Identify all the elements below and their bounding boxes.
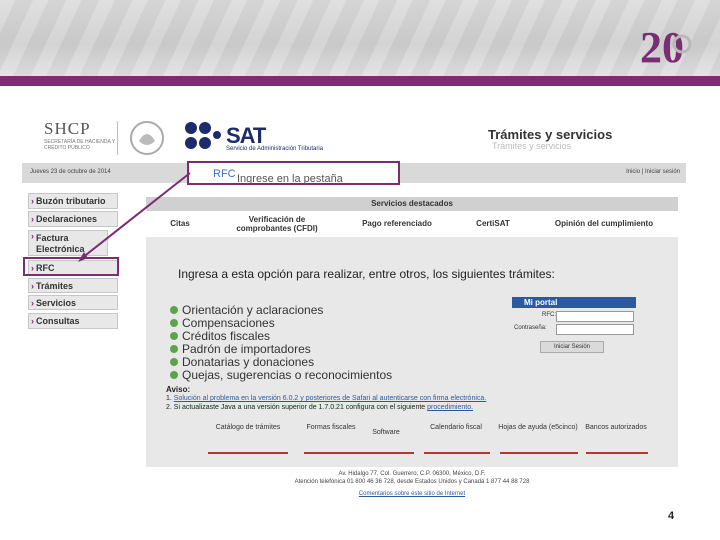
list-item[interactable]: Orientación y aclaraciones — [170, 303, 324, 317]
list-item-label: Compensaciones — [182, 316, 275, 330]
sidebar-item-label: Factura Electrónica — [36, 233, 85, 254]
safari-solution-link[interactable]: Solución al problema en la versión 6.0.2… — [174, 395, 486, 402]
tab-label: Bancos autorizados — [585, 424, 647, 431]
tab-underline — [500, 452, 578, 454]
bullet-icon — [170, 306, 178, 314]
footer-address: Av. Hidalgo 77, Col. Guerrero, C.P. 0630… — [338, 471, 486, 477]
list-item[interactable]: Donatarias y donaciones — [170, 355, 315, 369]
service-certisat[interactable]: CertiSAT — [468, 219, 518, 228]
sidebar-item-factura[interactable]: Factura Electrónica — [28, 230, 108, 256]
tab-underline — [586, 452, 648, 454]
tab-hojas-de-ayuda[interactable]: Hojas de ayuda (e5cinco) — [498, 424, 578, 454]
list-item[interactable]: Padrón de importadores — [170, 342, 311, 356]
list-item[interactable]: Créditos fiscales — [170, 329, 271, 343]
callout-text-main: Ingrese en la pestaña — [237, 173, 343, 185]
login-link[interactable]: Inicio | Iniciar sesión — [626, 169, 680, 175]
header-accent-bar — [0, 76, 720, 86]
sat-website-screenshot: SHCP SECRETARÍA DE HACIENDA Y CRÉDITO PÚ… — [22, 113, 686, 505]
tab-software[interactable]: Software — [360, 429, 414, 454]
login-button[interactable]: Iniciar Sesión — [540, 341, 604, 353]
header-divider — [117, 121, 118, 155]
anniversary-20-logo: 20 — [640, 23, 692, 72]
list-item-label: Quejas, sugerencias o reconocimientos — [182, 368, 393, 382]
shcp-title: SHCP — [44, 119, 91, 138]
aviso-line-2: 2. Si actualizaste Java a una versión su… — [166, 403, 666, 412]
bullet-icon — [170, 319, 178, 327]
callout-text: Ingrese en la pestaña RFC — [213, 168, 343, 185]
password-input[interactable] — [556, 324, 634, 335]
mi-portal-login: Mi portal RFC: Contraseña: Iniciar Sesió… — [512, 297, 636, 355]
aviso-line-2-text: Si actualizaste Java a una versión super… — [173, 404, 428, 411]
page-number: 4 — [668, 510, 675, 522]
sidebar-item-label: Trámites — [36, 281, 74, 291]
bullet-icon — [170, 345, 178, 353]
servicios-destacados-bar: Servicios destacados — [146, 197, 678, 211]
footer-phones: Atención telefónica 01 800 46 36 728, de… — [294, 479, 530, 485]
list-item[interactable]: Quejas, sugerencias o reconocimientos — [170, 368, 393, 382]
service-pago-referenciado[interactable]: Pago referenciado — [352, 219, 442, 228]
sidebar-item-consultas[interactable]: Consultas — [28, 313, 118, 329]
footer-comments-link[interactable]: Comentarios sobre este sitio de Internet — [150, 491, 674, 497]
bottom-tabs: Catálogo de trámites Formas fiscales Sof… — [208, 424, 648, 454]
rfc-input[interactable] — [556, 311, 634, 322]
aviso-line-1-num: 1. — [166, 395, 172, 402]
sat-subtitle: Servicio de Administración Tributaria — [226, 146, 324, 152]
slide-header — [0, 0, 720, 80]
tramites-title: Trámites y servicios — [488, 127, 613, 142]
tab-label: Software — [372, 429, 400, 436]
tab-formas-fiscales[interactable]: Formas fiscales — [304, 424, 360, 454]
tab-label: Calendario fiscal — [430, 424, 482, 431]
tab-catalogo[interactable]: Catálogo de trámites — [208, 424, 288, 454]
shcp-subtitle: SECRETARÍA DE HACIENDA Y CRÉDITO PÚBLICO — [44, 139, 116, 151]
sidebar-item-label: Buzón tributario — [36, 196, 106, 206]
aviso-section: Aviso: 1. Solución al problema en la ver… — [166, 385, 666, 412]
tab-label: Formas fiscales — [306, 424, 356, 431]
bullet-icon — [170, 358, 178, 366]
list-item[interactable]: Compensaciones — [170, 316, 275, 330]
coat-of-arms-icon — [130, 121, 164, 155]
sidebar-item-label: Consultas — [36, 316, 80, 326]
java-procedure-link[interactable]: procedimiento. — [427, 404, 473, 411]
aviso-title: Aviso: — [166, 385, 191, 394]
aviso-line-1: 1. Solución al problema en la versión 6.… — [166, 394, 666, 403]
tab-label: Hojas de ayuda (e5cinco) — [498, 424, 577, 431]
instruction-callout: Ingrese en la pestaña RFC — [187, 161, 400, 185]
sidebar-item-buzon[interactable]: Buzón tributario — [28, 193, 118, 209]
password-label: Contraseña: — [514, 325, 547, 331]
sidebar-item-declaraciones[interactable]: Declaraciones — [28, 211, 118, 227]
tramites-title-ghost: Trámites y servicios — [492, 141, 572, 151]
rfc-highlight-box — [23, 257, 119, 276]
list-item-label: Donatarias y donaciones — [182, 355, 315, 369]
portal-title: Mi portal — [512, 297, 636, 308]
service-opinion-cumplimiento[interactable]: Opinión del cumplimiento — [544, 219, 664, 228]
tab-underline — [208, 452, 288, 454]
tab-underline — [360, 452, 414, 454]
bullet-icon — [170, 371, 178, 379]
bullet-icon — [170, 332, 178, 340]
aviso-line-2-num: 2. — [166, 404, 172, 411]
tab-calendario-fiscal[interactable]: Calendario fiscal — [424, 424, 490, 454]
sidebar-item-servicios[interactable]: Servicios — [28, 295, 118, 310]
list-item-label: Créditos fiscales — [182, 329, 271, 343]
current-date: Jueves 23 de octubre de 2014 — [30, 169, 111, 175]
shcp-logo: SHCP SECRETARÍA DE HACIENDA Y CRÉDITO PÚ… — [34, 119, 122, 159]
header-texture — [0, 0, 720, 80]
service-citas[interactable]: Citas — [168, 219, 192, 228]
logo-20-text: 20 — [640, 23, 684, 72]
callout-highlight: RFC — [213, 168, 236, 180]
list-item-label: Padrón de importadores — [182, 342, 311, 356]
sidebar-item-label: Servicios — [36, 298, 77, 308]
tab-label: Catálogo de trámites — [216, 424, 281, 431]
sidebar-item-tramites[interactable]: Trámites — [28, 278, 118, 293]
rfc-label: RFC: — [542, 312, 556, 318]
panel-heading: Ingresa a esta opción para realizar, ent… — [178, 267, 555, 281]
tab-underline — [424, 452, 490, 454]
tab-bancos-autorizados[interactable]: Bancos autorizados — [585, 424, 648, 454]
sat-logo-icon — [185, 122, 221, 149]
sidebar-item-label: Declaraciones — [36, 214, 98, 224]
list-item-label: Orientación y aclaraciones — [182, 303, 324, 317]
service-verificacion-cfdi[interactable]: Verificación de comprobantes (CFDI) — [222, 215, 332, 233]
tab-underline — [304, 452, 360, 454]
